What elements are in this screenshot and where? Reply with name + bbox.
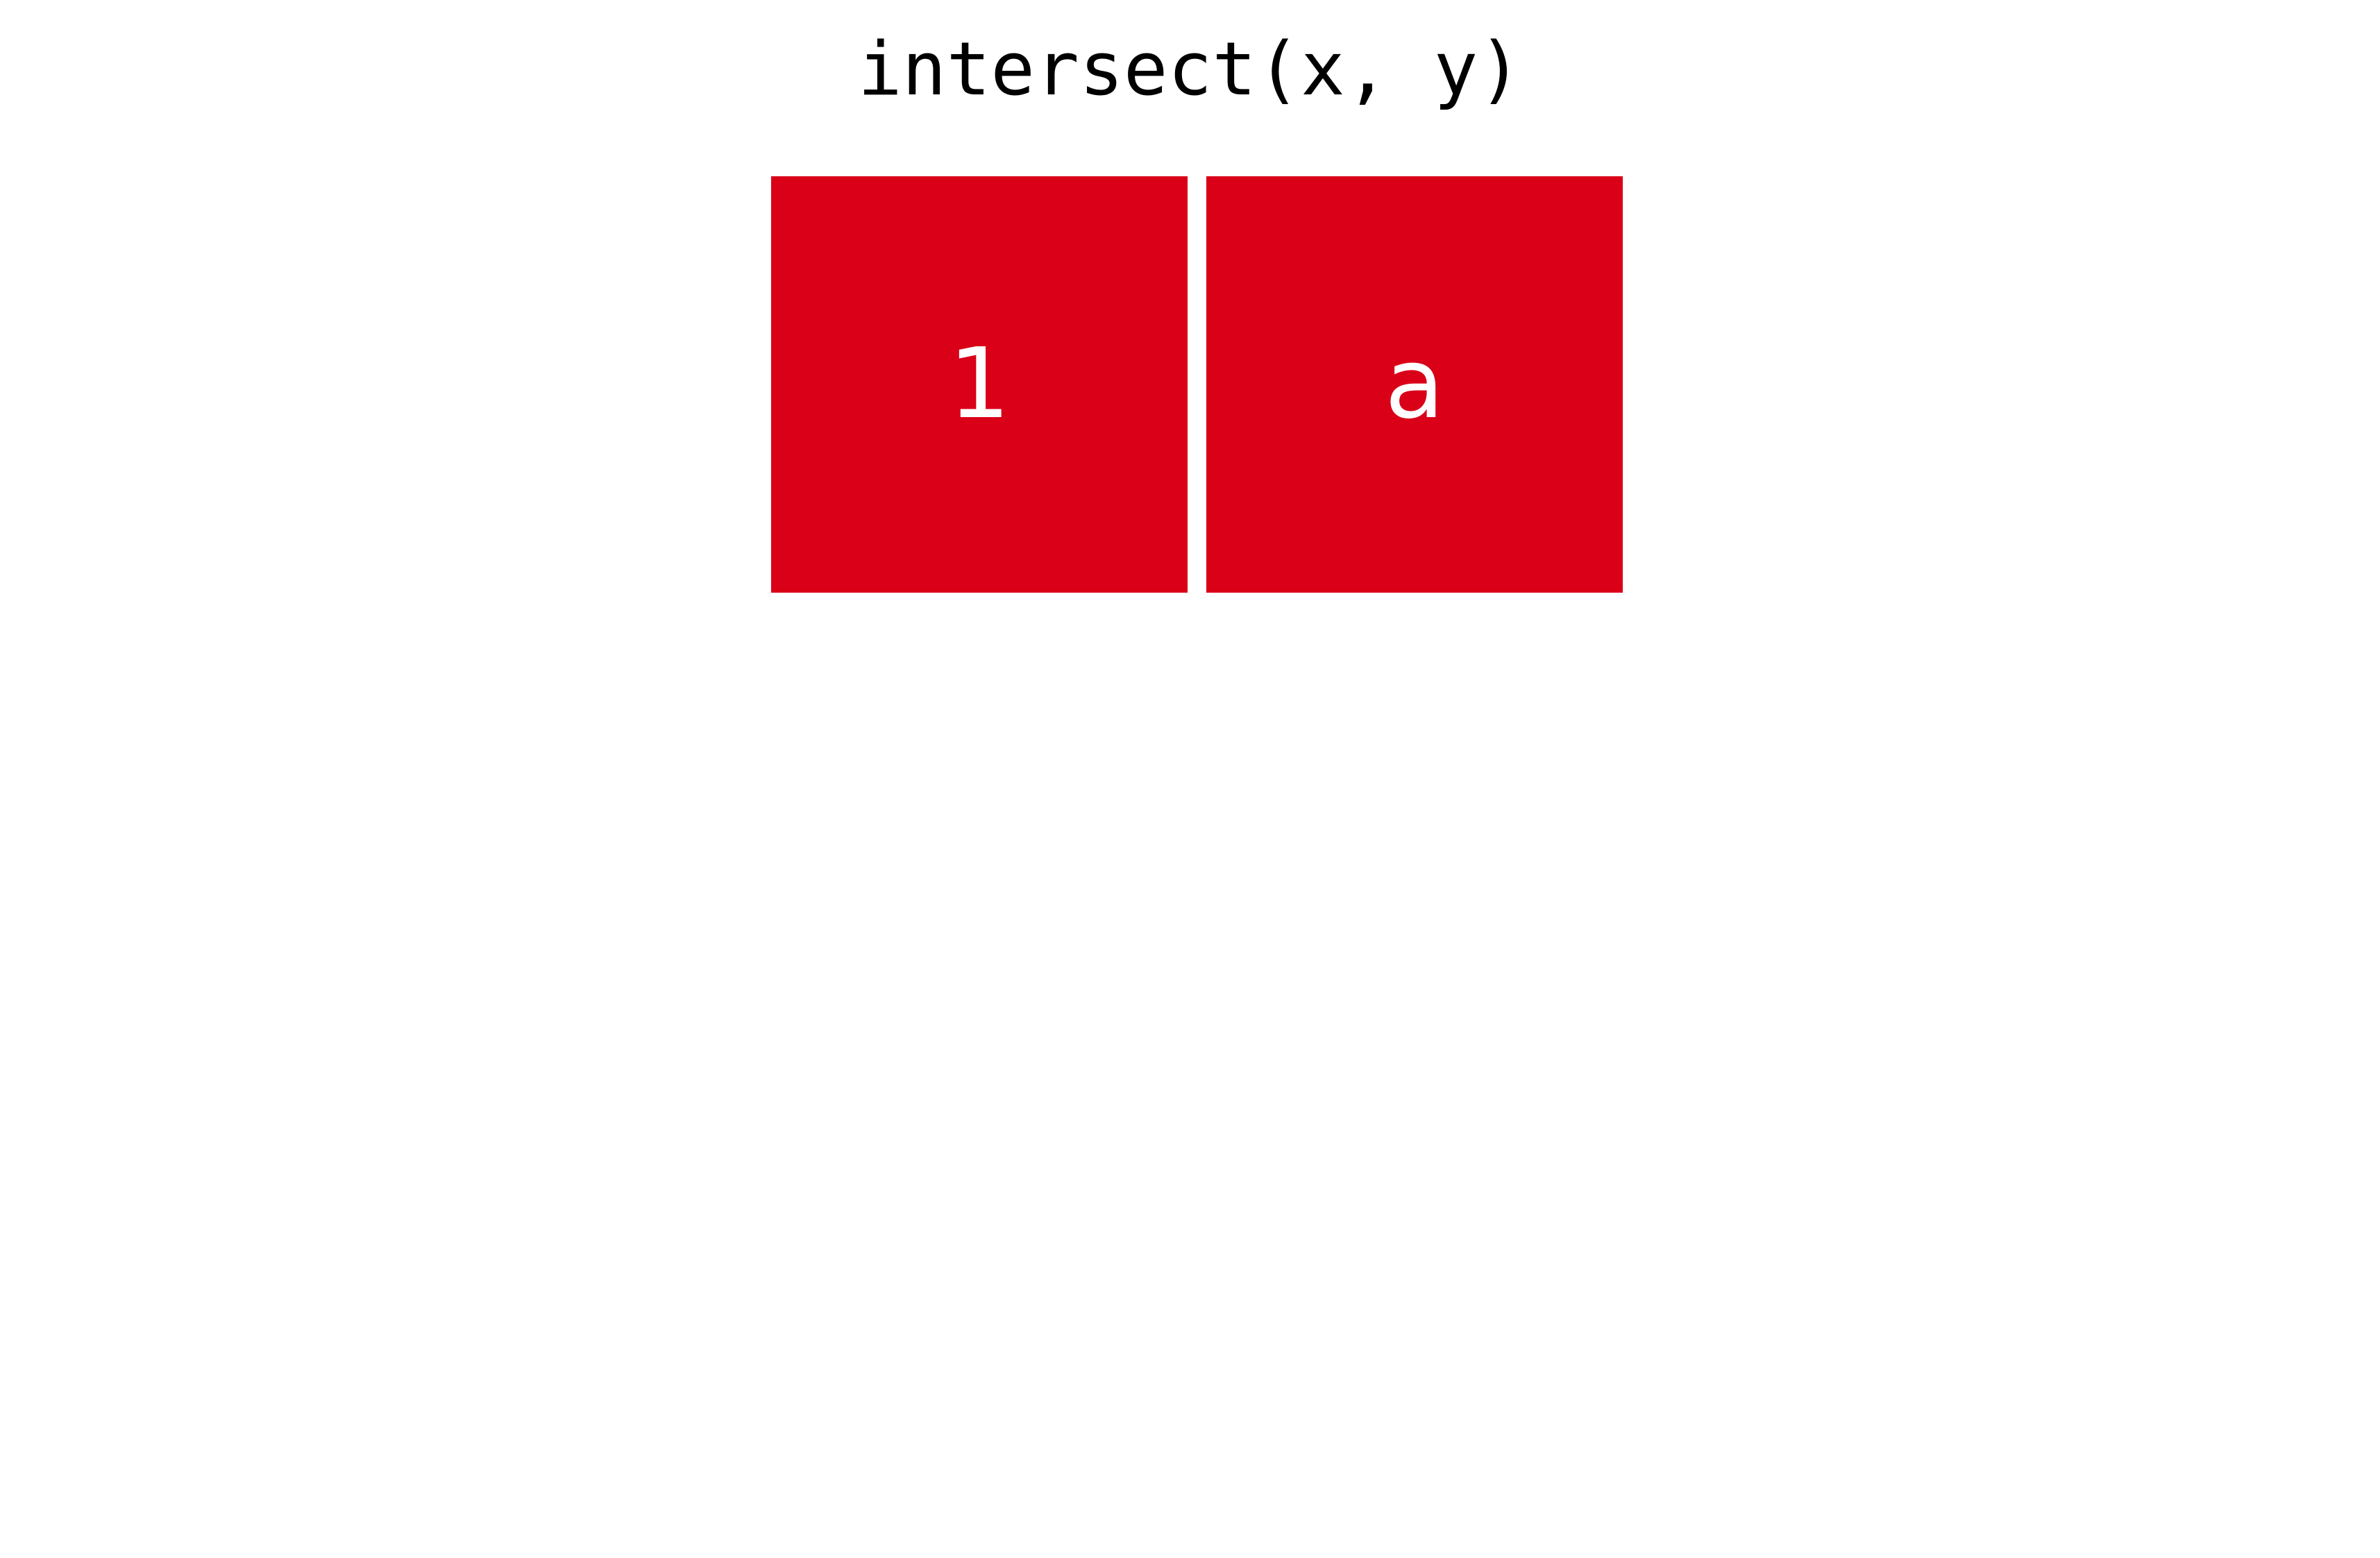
result-cell-1-label: 1 [948,328,1011,441]
result-cell-2: a [1206,176,1623,593]
diagram-canvas: intersect(x, y) 1 a [0,0,2380,1558]
function-title: intersect(x, y) [857,26,1523,112]
result-cell-1: 1 [771,176,1188,593]
result-cell-2-label: a [1385,328,1444,441]
